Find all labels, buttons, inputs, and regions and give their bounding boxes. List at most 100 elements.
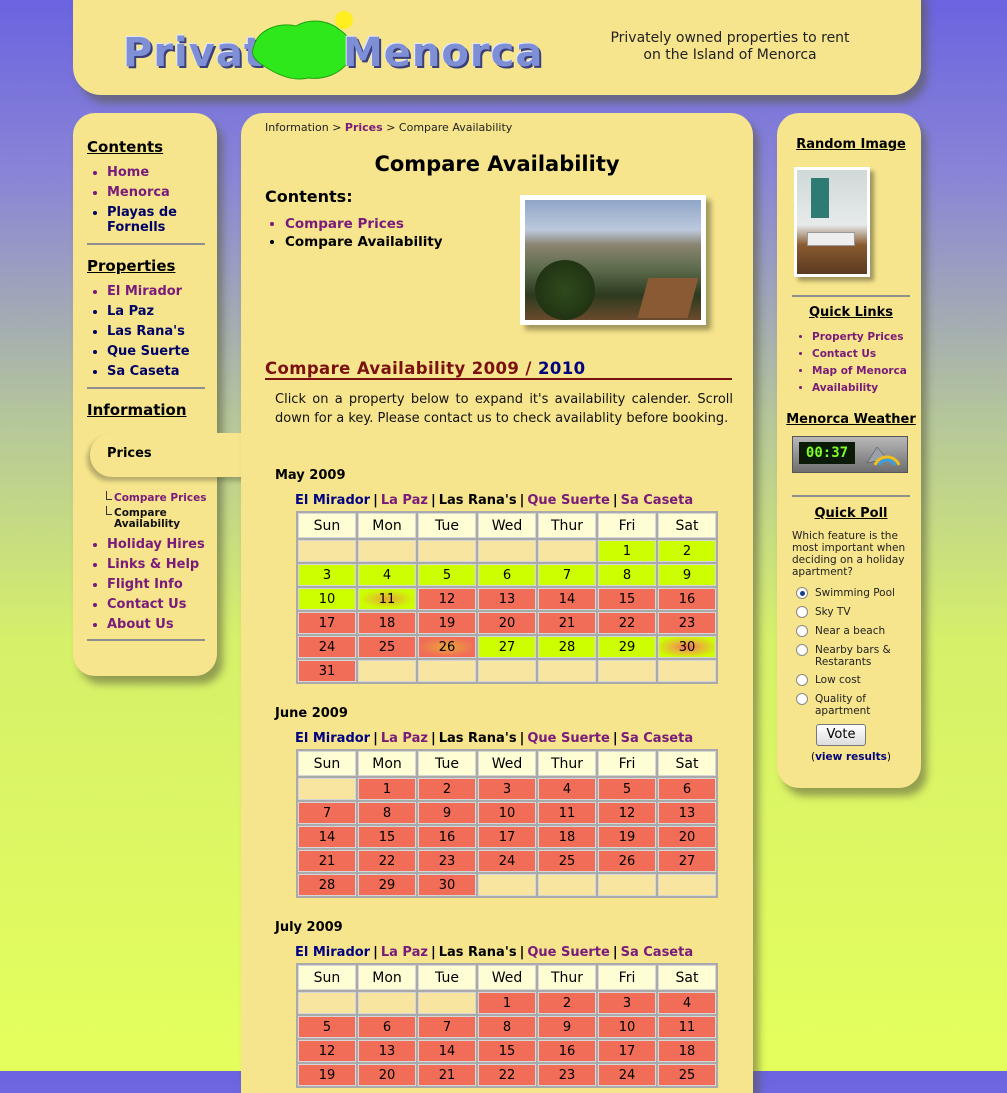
subnav-compare-prices[interactable]: Compare Prices [106, 491, 207, 504]
breadcrumb-prices-link[interactable]: Prices [345, 121, 383, 134]
nav-item-la-paz[interactable]: La Paz [107, 304, 217, 319]
calendar-day-cell: 24 [598, 1064, 656, 1086]
radio-icon[interactable] [796, 644, 808, 656]
nav-item-las-ranas[interactable]: Las Rana's [107, 324, 217, 339]
tagline-line-2: on the Island of Menorca [643, 47, 817, 63]
quick-link-availability[interactable]: Availability [812, 380, 907, 397]
information-heading[interactable]: Information [87, 401, 187, 419]
nav-item-home[interactable]: Home [107, 165, 217, 180]
section-title-2010-link[interactable]: 2010 [538, 359, 586, 378]
property-link-la-paz[interactable]: La Paz [381, 945, 428, 960]
quick-link-property-prices[interactable]: Property Prices [812, 329, 907, 346]
quick-link-contact-us[interactable]: Contact Us [812, 346, 907, 363]
nav-item-contact-us[interactable]: Contact Us [107, 597, 217, 612]
property-link-sa-caseta[interactable]: Sa Caseta [621, 945, 694, 960]
weekday-header: Sun [298, 513, 356, 538]
property-link-la-paz[interactable]: La Paz [381, 731, 428, 746]
quick-link-map-of-menorca[interactable]: Map of Menorca [812, 363, 907, 380]
calendar-day-cell: 11 [538, 802, 596, 824]
nav-tab-prices[interactable]: Prices [90, 433, 250, 477]
contents-link-compare-availability[interactable]: Compare Availability [285, 233, 443, 251]
calendar-empty-cell [478, 660, 536, 682]
calendar-day-cell: 31 [298, 660, 356, 682]
section-title: Compare Availability 2009 / 2010 [265, 359, 732, 380]
calendar-day-cell: 12 [598, 802, 656, 824]
property-link-el-mirador[interactable]: El Mirador [295, 731, 370, 746]
calendar-day-cell: 12 [418, 588, 476, 610]
weekday-header: Wed [478, 965, 536, 990]
calendar-empty-cell [658, 660, 716, 682]
subnav-compare-availability[interactable]: Compare Availability [106, 506, 196, 530]
vote-button[interactable]: Vote [816, 724, 866, 746]
calendar-day-cell: 7 [418, 1016, 476, 1038]
calendar-day-cell: 4 [358, 564, 416, 586]
calendar-day-cell: 2 [658, 540, 716, 562]
poll-option-label: Sky TV [815, 606, 851, 618]
calendar-day-cell: 12 [298, 1040, 356, 1062]
tagline-line-1: Privately owned properties to rent [610, 30, 850, 46]
property-link-el-mirador[interactable]: El Mirador [295, 945, 370, 960]
radio-icon[interactable] [796, 606, 808, 618]
calendar-day-cell: 26 [418, 636, 476, 658]
calendar-day-cell: 23 [538, 1064, 596, 1086]
nav-item-playas-de-fornells[interactable]: Playas de Fornells [107, 205, 217, 235]
nav-item-que-suerte[interactable]: Que Suerte [107, 344, 217, 359]
contents-heading[interactable]: Contents [87, 138, 163, 156]
calendar-day-cell: 16 [658, 588, 716, 610]
property-link-que-suerte[interactable]: Que Suerte [527, 731, 610, 746]
calendar-day-cell: 18 [538, 826, 596, 848]
nav-item-links-help[interactable]: Links & Help [107, 557, 217, 572]
weather-widget[interactable]: 00:37 [792, 436, 908, 473]
calendar-day-cell: 17 [478, 826, 536, 848]
section-title-2009: Compare Availability 2009 / [265, 359, 538, 378]
radio-icon[interactable] [796, 674, 808, 686]
property-link-sa-caseta[interactable]: Sa Caseta [621, 493, 694, 508]
calendar-day-cell: 20 [478, 612, 536, 634]
radio-selected-icon[interactable] [796, 587, 808, 599]
calendar-week-row: 31 [298, 660, 716, 682]
subnav-compare-prices-label: Compare Prices [114, 492, 207, 504]
property-links: El Mirador | La Paz | Las Rana's | Que Suerte |… [295, 731, 694, 746]
view-results-link[interactable]: view results [815, 751, 887, 763]
weekday-header: Fri [598, 513, 656, 538]
property-links: El Mirador | La Paz | Las Rana's | Que Suerte |… [295, 945, 694, 960]
property-link-las-ranas[interactable]: Las Rana's [439, 945, 517, 960]
nav-item-menorca[interactable]: Menorca [107, 185, 217, 200]
calendar-day-cell: 16 [418, 826, 476, 848]
calendar-day-cell: 28 [538, 636, 596, 658]
property-link-las-ranas[interactable]: Las Rana's [439, 731, 517, 746]
property-link-el-mirador[interactable]: El Mirador [295, 493, 370, 508]
random-image[interactable] [794, 167, 870, 277]
calendar-day-cell: 8 [358, 802, 416, 824]
nav-item-sa-caseta[interactable]: Sa Caseta [107, 364, 217, 379]
calendar-day-cell: 10 [298, 588, 356, 610]
calendar-day-cell: 7 [538, 564, 596, 586]
calendar-day-cell: 14 [418, 1040, 476, 1062]
calendar-empty-cell [298, 540, 356, 562]
nav-item-el-mirador[interactable]: El Mirador [107, 284, 217, 299]
contents-link-compare-prices[interactable]: Compare Prices [285, 215, 443, 233]
weekday-header: Wed [478, 513, 536, 538]
nav-item-flight-info[interactable]: Flight Info [107, 577, 217, 592]
calendar-empty-cell [418, 540, 476, 562]
nav-item-holiday-hires[interactable]: Holiday Hires [107, 537, 217, 552]
logo-text-menorca[interactable]: Menorca [343, 30, 543, 76]
calendar-day-cell: 7 [298, 802, 356, 824]
calendar-day-cell: 23 [658, 612, 716, 634]
nav-item-about-us[interactable]: About Us [107, 617, 217, 632]
property-link-que-suerte[interactable]: Que Suerte [527, 493, 610, 508]
property-link-la-paz[interactable]: La Paz [381, 493, 428, 508]
poll-option-label: Near a beach [815, 625, 886, 637]
calendar-day-cell: 5 [598, 778, 656, 800]
property-link-sa-caseta[interactable]: Sa Caseta [621, 731, 694, 746]
property-link-que-suerte[interactable]: Que Suerte [527, 945, 610, 960]
property-link-las-ranas[interactable]: Las Rana's [439, 493, 517, 508]
page-title: Compare Availability [374, 152, 620, 176]
radio-icon[interactable] [796, 625, 808, 637]
weekday-header: Tue [418, 751, 476, 776]
properties-heading[interactable]: Properties [87, 257, 175, 275]
calendar-day-cell: 14 [538, 588, 596, 610]
weather-heading[interactable]: Menorca Weather [777, 412, 925, 427]
radio-icon[interactable] [796, 693, 808, 705]
weekday-header: Sat [658, 751, 716, 776]
